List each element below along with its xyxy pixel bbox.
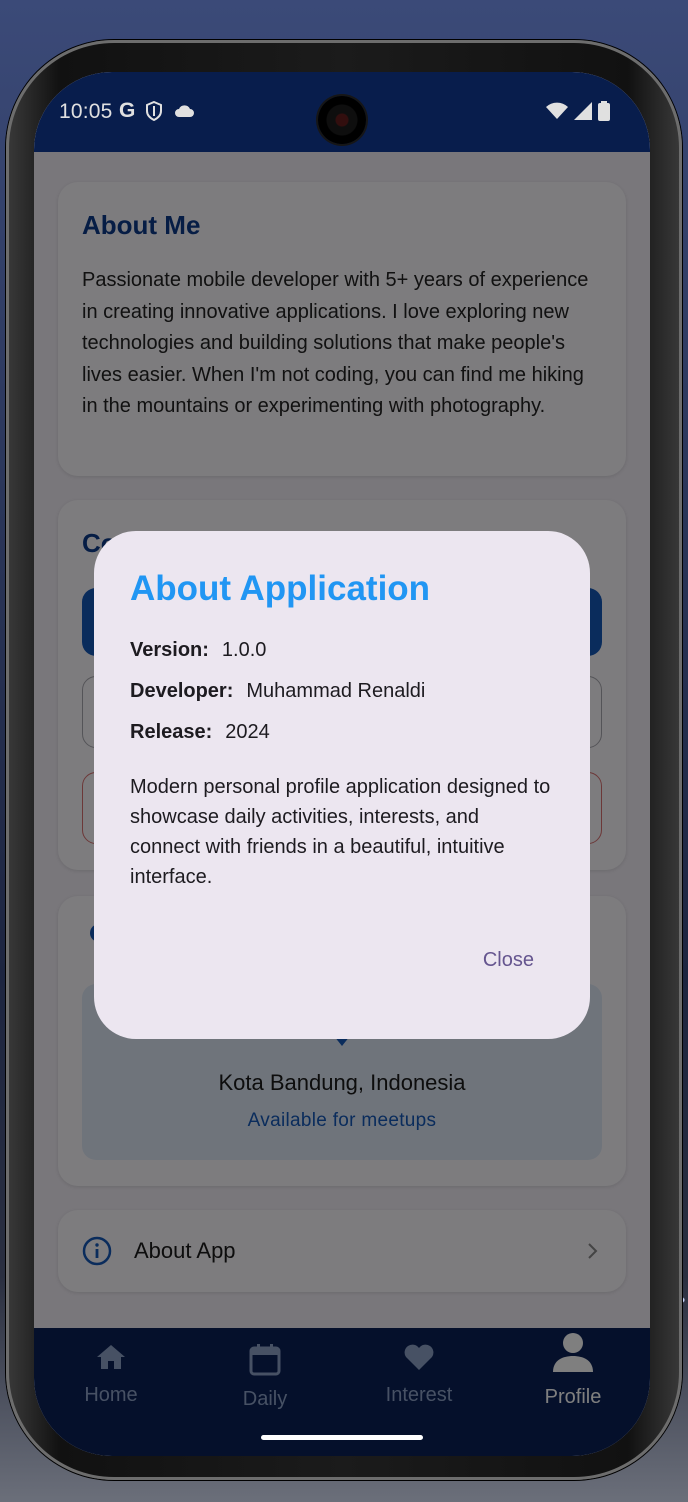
dialog-info-rows: Version: 1.0.0 Developer: Muhammad Renal… — [130, 639, 554, 744]
close-button[interactable]: Close — [467, 941, 550, 980]
release-key: Release: — [130, 721, 213, 743]
developer-value: Muhammad Renaldi — [246, 680, 426, 702]
dialog-description: Modern personal profile application desi… — [130, 776, 551, 888]
release-value: 2024 — [225, 721, 270, 743]
dialog-title: About Application — [130, 569, 431, 608]
developer-key: Developer: — [130, 680, 234, 702]
version-value: 1.0.0 — [221, 639, 267, 661]
version-key: Version: — [130, 639, 209, 661]
home-indicator[interactable] — [261, 1435, 423, 1440]
dialog-row-version: Version: 1.0.0 — [130, 639, 554, 662]
phone-screen: 10:05 G About Me Passionate mobile devel… — [34, 72, 650, 1456]
status-bar-scrim — [34, 72, 650, 152]
dialog-row-developer: Developer: Muhammad Renaldi — [130, 680, 554, 703]
about-application-dialog: About Application Version: 1.0.0 Develop… — [94, 531, 590, 1039]
dialog-row-release: Release: 2024 — [130, 721, 554, 744]
